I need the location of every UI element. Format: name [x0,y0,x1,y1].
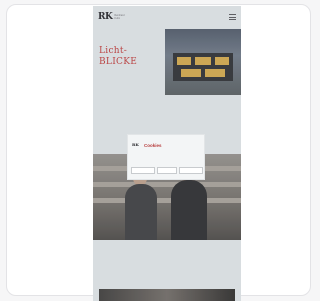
cookie-dialog: RK Cookies [127,134,205,180]
cookie-dialog-title: Cookies [144,143,162,148]
website-preview: RK Reinhard Kuhn Licht- BLICKE RK Cookie… [93,6,241,301]
cookie-button-3[interactable] [179,167,203,174]
cookie-button-1[interactable] [131,167,155,174]
cookie-button-2[interactable] [157,167,177,174]
cookie-dialog-logo: RK [132,142,139,147]
